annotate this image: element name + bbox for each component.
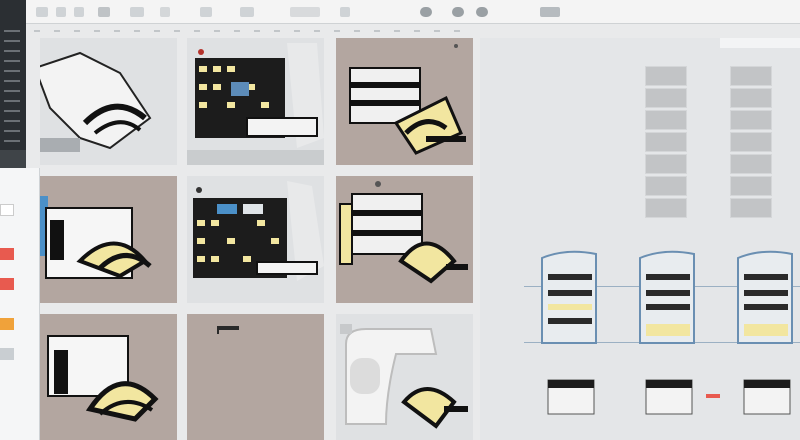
- toolbar-icon[interactable]: [476, 7, 488, 17]
- unit-1[interactable]: [536, 248, 606, 348]
- color-palette: [0, 168, 40, 440]
- toolbar-icon[interactable]: [98, 7, 110, 17]
- toolbar-icon[interactable]: [160, 7, 170, 17]
- ruler-bar: [26, 26, 476, 36]
- tile-9[interactable]: [336, 314, 473, 440]
- tile-7[interactable]: [40, 314, 177, 440]
- tile-3[interactable]: [336, 38, 473, 165]
- swatch-red-2[interactable]: [0, 278, 14, 290]
- toolbar-icon[interactable]: [200, 7, 212, 17]
- unit-3[interactable]: [732, 248, 800, 348]
- tile-4[interactable]: [40, 176, 177, 303]
- tile-1[interactable]: [40, 38, 177, 165]
- preview-panel: [480, 38, 800, 440]
- thumbnail-grid: [40, 38, 476, 440]
- toolbar-icon[interactable]: [130, 7, 144, 17]
- tile-2[interactable]: [187, 38, 324, 165]
- unit-2[interactable]: [634, 248, 704, 348]
- small-unit-3[interactable]: [738, 374, 798, 424]
- tile-5[interactable]: [187, 176, 324, 303]
- small-unit-1[interactable]: [542, 374, 602, 424]
- small-unit-2[interactable]: [640, 374, 700, 424]
- toolbar-icon[interactable]: [290, 7, 320, 17]
- toolbar-icon[interactable]: [74, 7, 84, 17]
- swatch-gray[interactable]: [0, 348, 14, 360]
- toolbar-icon[interactable]: [452, 7, 464, 17]
- top-toolbar: [0, 0, 800, 24]
- toolbar-icon[interactable]: [240, 7, 254, 17]
- preview-tab[interactable]: [720, 38, 800, 48]
- tile-6[interactable]: [336, 176, 473, 303]
- toolbar-icon[interactable]: [36, 7, 48, 17]
- toolbar-icon[interactable]: [56, 7, 66, 17]
- swatch-red[interactable]: [0, 248, 14, 260]
- swatch-white[interactable]: [0, 204, 14, 216]
- swatch-orange[interactable]: [0, 318, 14, 330]
- tile-8[interactable]: [187, 314, 324, 440]
- toolbar-icon[interactable]: [340, 7, 350, 17]
- toolbar-icon[interactable]: [420, 7, 432, 17]
- toolbar-icon[interactable]: [540, 7, 560, 17]
- red-marker: [706, 394, 720, 398]
